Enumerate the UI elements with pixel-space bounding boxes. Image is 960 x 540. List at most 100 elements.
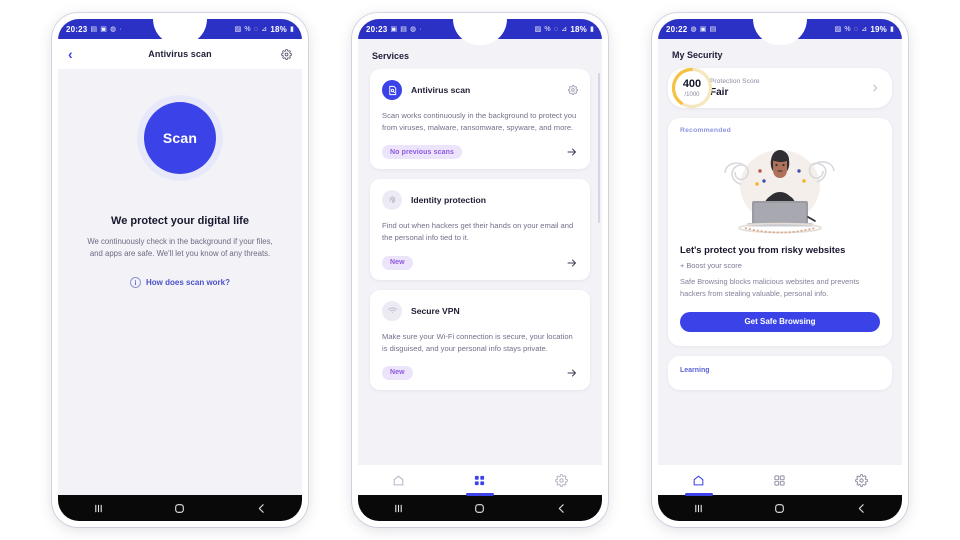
get-safe-browsing-button[interactable]: Get Safe Browsing xyxy=(680,311,880,332)
learning-kicker: Learning xyxy=(680,366,710,374)
system-nav-3 xyxy=(658,495,902,521)
whatsapp-icon: ◍ xyxy=(690,25,697,33)
content-2: Antivirus scan Scan works continuously i… xyxy=(358,69,602,465)
vpn-wifi-icon xyxy=(382,300,402,321)
nav-item-home[interactable] xyxy=(375,465,423,495)
camera-icon: ▣ xyxy=(390,25,398,33)
arrow-right-icon[interactable] xyxy=(566,146,578,158)
status-badge: New xyxy=(382,255,413,270)
nav-item-settings[interactable] xyxy=(537,465,585,495)
scan-halo: Scan xyxy=(137,95,223,181)
bottom-nav-3 xyxy=(658,465,902,496)
image-icon: ▤ xyxy=(709,25,717,33)
page-title: Antivirus scan xyxy=(148,49,212,59)
status-right-3: ▨ % ◌ ⊿ 19% ▮ xyxy=(835,25,894,34)
phone-antivirus-scan: 20:23 ▤ ▣ ◍ · ▨ % ◌ ⊿ 18% ▮ ‹ Antivirus … xyxy=(52,13,308,527)
nav-item-home[interactable] xyxy=(675,465,723,496)
whatsapp-icon: ◍ xyxy=(410,25,417,33)
card-footer: New xyxy=(382,255,578,270)
nav-item-services[interactable] xyxy=(456,465,504,496)
card-header: Identity protection xyxy=(382,190,578,211)
back-chevron-icon[interactable]: ‹ xyxy=(68,47,73,61)
gear-icon[interactable] xyxy=(568,85,578,95)
card-footer: New xyxy=(382,365,578,380)
nav-item-services[interactable] xyxy=(756,465,804,495)
home-square-icon[interactable] xyxy=(757,495,803,521)
person-at-laptop-illustration xyxy=(680,136,880,240)
learning-card[interactable]: Learning xyxy=(668,355,892,390)
chevron-right-icon[interactable] xyxy=(870,83,880,93)
card-footer: No previous scans xyxy=(382,145,578,160)
signal-icon: ⊿ xyxy=(861,25,868,33)
home-square-icon[interactable] xyxy=(457,495,503,521)
alarm-icon: ▨ xyxy=(834,25,842,33)
nav-item-settings[interactable] xyxy=(837,465,885,495)
screen-3: 20:22 ◍ ▣ ▤ ▨ % ◌ ⊿ 19% ▮ My Security 40… xyxy=(658,19,902,521)
recommended-title: Let's protect you from risky websites xyxy=(680,244,846,255)
recommended-card: Recommended Let's protect you from risky… xyxy=(668,118,892,346)
scrollbar[interactable] xyxy=(598,73,600,223)
card-title: Antivirus scan xyxy=(411,85,471,95)
status-right-2: ▨ % ◌ ⊿ 18% ▮ xyxy=(535,25,594,34)
scan-headline: We protect your digital life xyxy=(111,215,249,227)
battery-level: 18% xyxy=(270,24,287,34)
image-icon: ▤ xyxy=(400,25,408,33)
recents-icon[interactable] xyxy=(76,495,122,521)
dot-icon: · xyxy=(119,25,122,33)
alarm-icon: ▨ xyxy=(534,25,542,33)
scan-button[interactable]: Scan xyxy=(144,102,216,174)
battery-level: 19% xyxy=(870,24,887,34)
score-text: Protection Score Fair xyxy=(710,78,760,98)
back-icon[interactable] xyxy=(838,495,884,521)
dot-icon: · xyxy=(419,25,422,33)
mute-icon: ◌ xyxy=(553,25,559,33)
camera-icon: ▣ xyxy=(100,25,108,33)
back-icon[interactable] xyxy=(238,495,284,521)
recents-icon[interactable] xyxy=(376,495,422,521)
antivirus-scan-icon xyxy=(382,80,402,100)
how-does-scan-work-link[interactable]: i How does scan work? xyxy=(129,277,230,289)
status-badge: New xyxy=(382,365,413,380)
status-bar-2: 20:23 ▣ ▤ ◍ · ▨ % ◌ ⊿ 18% ▮ xyxy=(358,19,602,45)
score-label: Protection Score xyxy=(710,78,760,85)
content-3: My Security 400 /1000 Protection Score F… xyxy=(658,39,902,465)
status-bar-1: 20:23 ▤ ▣ ◍ · ▨ % ◌ ⊿ 18% ▮ xyxy=(58,19,302,45)
score-value: 400 xyxy=(682,77,702,90)
info-icon: i xyxy=(129,277,141,289)
card-title: Identity protection xyxy=(411,195,486,206)
arrow-right-icon[interactable] xyxy=(566,257,578,269)
home-square-icon[interactable] xyxy=(157,495,203,521)
score-ring: 400 /1000 xyxy=(670,66,714,110)
status-left-3: 20:22 ◍ ▣ ▤ xyxy=(666,25,716,34)
system-nav-2 xyxy=(358,495,602,521)
recents-icon[interactable] xyxy=(676,495,722,521)
wifi-off-icon: % xyxy=(844,25,851,33)
back-icon[interactable] xyxy=(538,495,584,521)
bottom-nav-2 xyxy=(358,465,602,496)
service-card-antivirus[interactable]: Antivirus scan Scan works continuously i… xyxy=(370,69,590,170)
fingerprint-icon xyxy=(382,190,402,211)
service-card-vpn[interactable]: Secure VPN Make sure your Wi-Fi connecti… xyxy=(370,289,590,390)
card-title: Secure VPN xyxy=(411,305,460,316)
arrow-right-icon[interactable] xyxy=(566,367,578,379)
services-list: Antivirus scan Scan works continuously i… xyxy=(358,69,602,465)
screen-1: 20:23 ▤ ▣ ◍ · ▨ % ◌ ⊿ 18% ▮ ‹ Antivirus … xyxy=(58,19,302,521)
battery-icon: ▮ xyxy=(289,25,294,33)
status-left-1: 20:23 ▤ ▣ ◍ · xyxy=(66,25,122,34)
status-time: 20:23 xyxy=(66,24,88,34)
status-badge: No previous scans xyxy=(382,145,462,160)
phone-services: 20:23 ▣ ▤ ◍ · ▨ % ◌ ⊿ 18% ▮ Services Ant… xyxy=(352,13,608,527)
camera-icon: ▣ xyxy=(699,25,707,33)
card-description: Scan works continuously in the backgroun… xyxy=(382,111,577,133)
phone-my-security: 20:22 ◍ ▣ ▤ ▨ % ◌ ⊿ 19% ▮ My Security 40… xyxy=(652,13,908,527)
battery-icon: ▮ xyxy=(889,25,894,33)
service-card-identity[interactable]: Identity protection Find out when hacker… xyxy=(370,179,590,280)
image-icon: ▤ xyxy=(90,25,98,33)
protection-score-card[interactable]: 400 /1000 Protection Score Fair xyxy=(668,66,892,110)
status-bar-3: 20:22 ◍ ▣ ▤ ▨ % ◌ ⊿ 19% ▮ xyxy=(658,19,902,45)
wifi-off-icon: % xyxy=(544,25,551,33)
battery-icon: ▮ xyxy=(589,25,594,33)
gear-icon[interactable] xyxy=(281,48,292,60)
scan-description: We continuously check in the background … xyxy=(87,237,273,259)
card-description: Find out when hackers get their hands on… xyxy=(382,221,574,243)
